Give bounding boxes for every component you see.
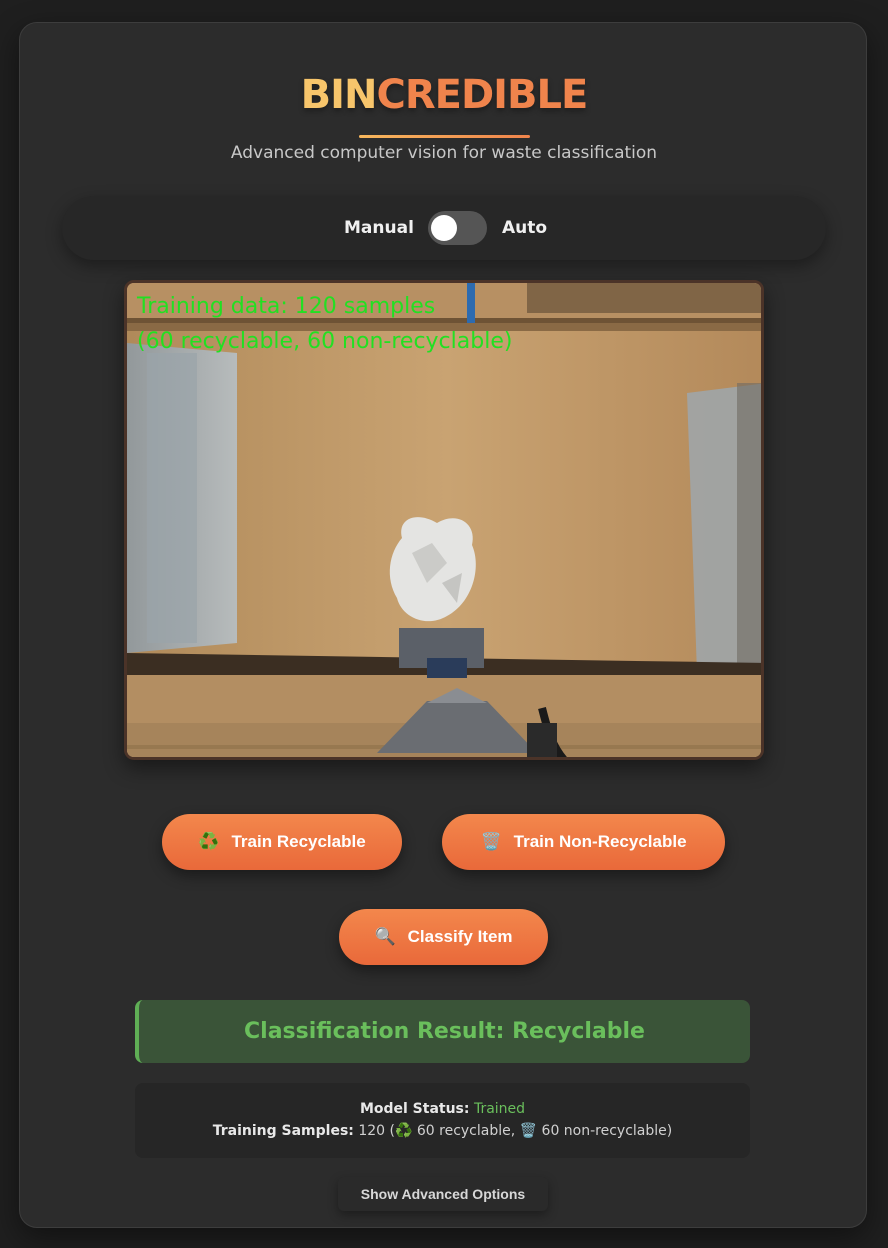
overlay-training-split: (60 recyclable, 60 non-recyclable) — [137, 329, 513, 354]
training-samples-label: Training Samples: — [212, 1123, 354, 1139]
camera-feed: Training data: 120 samples (60 recyclabl… — [124, 280, 764, 760]
model-status-value: Trained — [473, 1101, 526, 1117]
nonrecyclable-count: 60 non-recyclable) — [541, 1123, 673, 1139]
recycle-icon: ♻️ — [394, 1123, 413, 1139]
magnifier-icon: 🔍 — [374, 927, 396, 946]
toggle-knob[interactable] — [431, 215, 457, 241]
train-recyclable-button[interactable]: ♻️ Train Recyclable — [162, 814, 402, 870]
recyclable-count: 60 recyclable, — [416, 1123, 516, 1139]
train-nonrecyclable-label: Train Non-Recyclable — [513, 832, 687, 851]
auto-label: Auto — [502, 218, 548, 238]
training-samples-line: Training Samples: 120 (♻️ 60 recyclable,… — [135, 1122, 750, 1140]
manual-label: Manual — [344, 218, 414, 238]
train-recyclable-label: Train Recyclable — [231, 832, 366, 851]
classify-item-label: Classify Item — [407, 927, 513, 946]
app-subtitle: Advanced computer vision for waste class… — [230, 143, 658, 163]
model-status-label: Model Status: — [359, 1101, 470, 1117]
brand-part-credible: CREDIBLE — [376, 72, 588, 118]
classification-result-text: Classification Result: Recyclable — [244, 1019, 645, 1044]
model-status-panel: Model Status: Trained Training Samples: … — [135, 1083, 750, 1158]
trash-icon: 🗑️ — [519, 1123, 538, 1139]
classify-item-button[interactable]: 🔍 Classify Item — [339, 909, 548, 965]
overlay-training-count: Training data: 120 samples — [137, 294, 436, 319]
show-advanced-options-label: Show Advanced Options — [360, 1186, 526, 1202]
classification-result: Classification Result: Recyclable — [135, 1000, 750, 1063]
app-title: BINCREDIBLE — [0, 70, 888, 120]
recycle-icon: ♻️ — [198, 832, 220, 851]
trash-icon: 🗑️ — [480, 832, 502, 851]
brand-part-bin: BIN — [300, 72, 378, 118]
title-underline — [359, 135, 530, 138]
model-status-line: Model Status: Trained — [135, 1100, 750, 1118]
training-samples-total: 120 ( — [358, 1123, 395, 1139]
show-advanced-options-button[interactable]: Show Advanced Options — [338, 1177, 548, 1211]
train-nonrecyclable-button[interactable]: 🗑️ Train Non-Recyclable — [442, 814, 725, 870]
